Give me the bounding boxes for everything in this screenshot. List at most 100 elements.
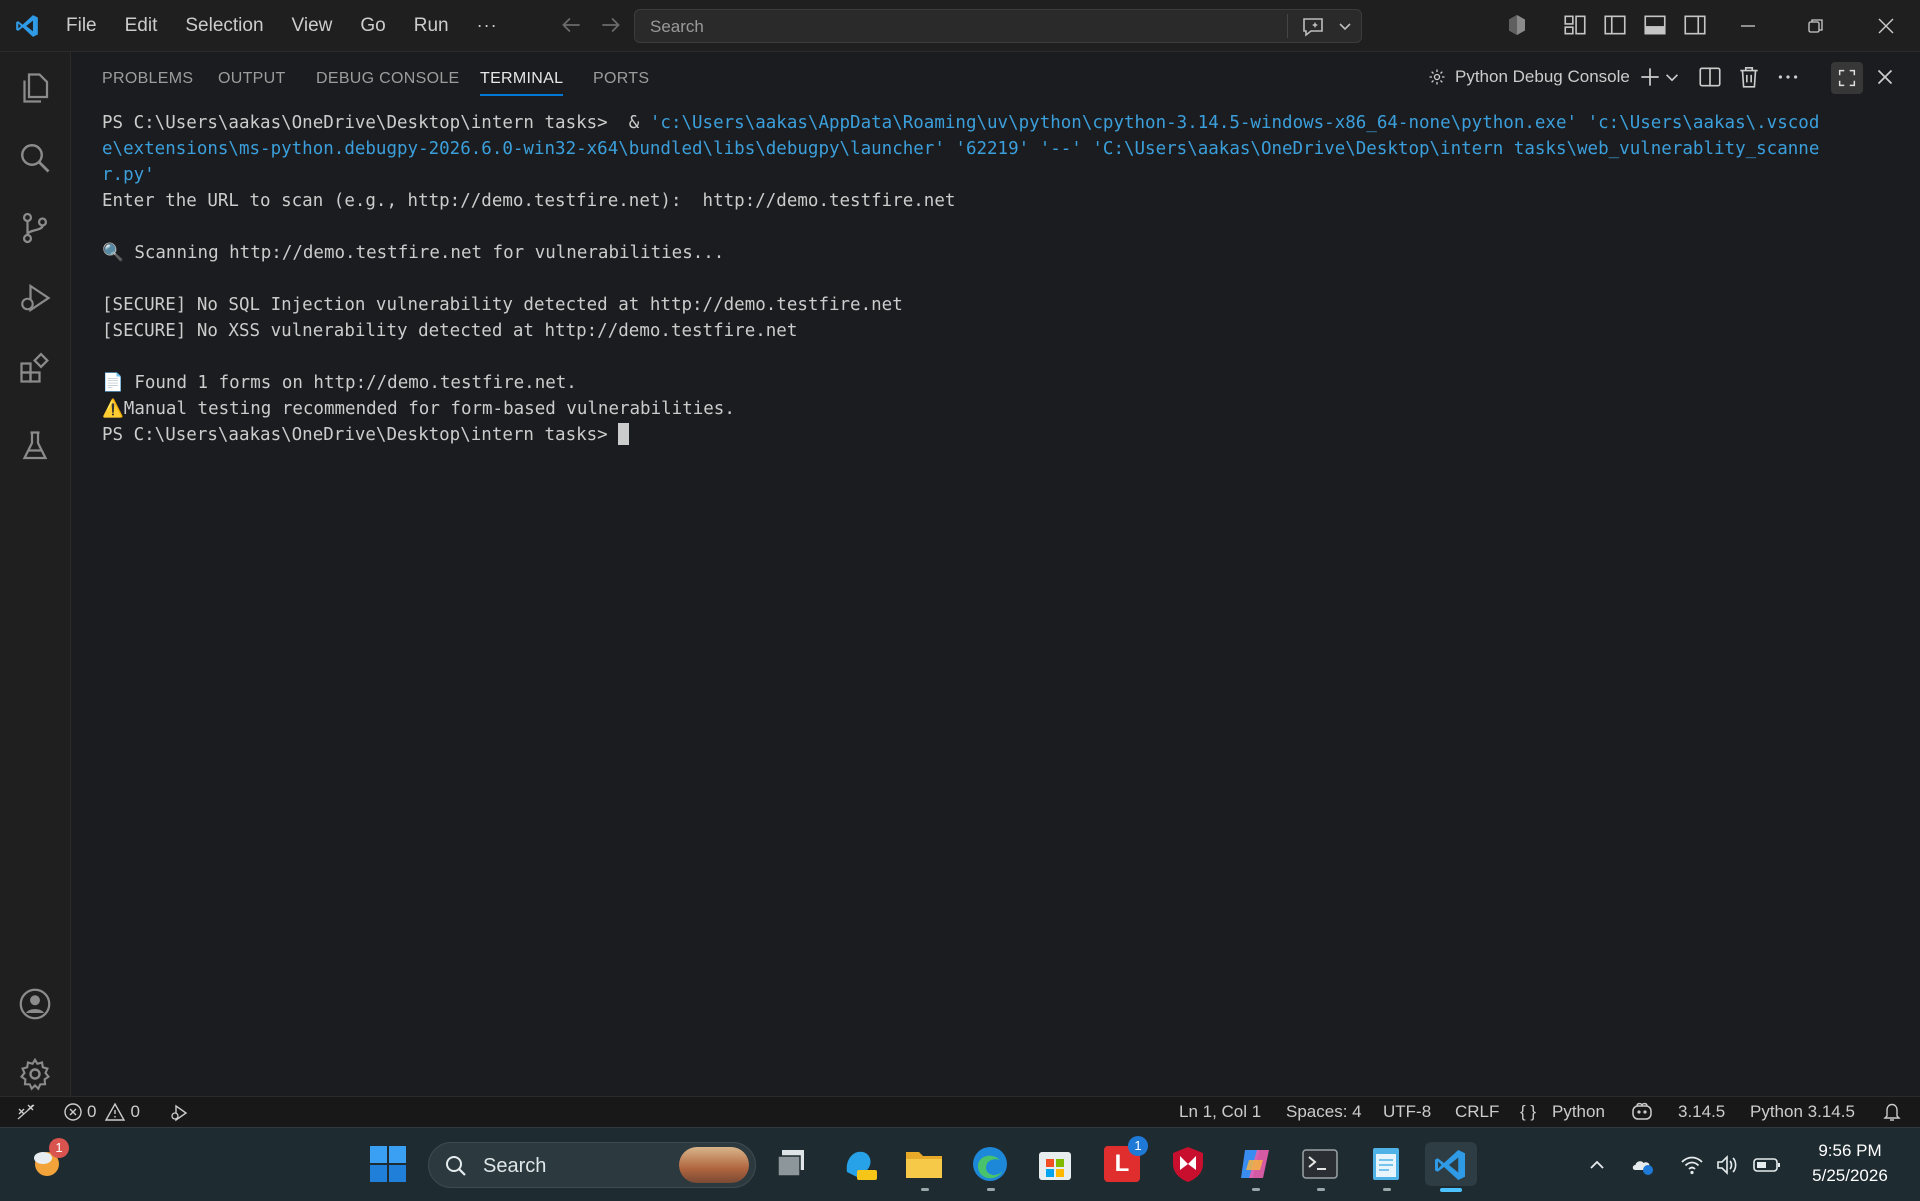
terminal-app[interactable]: [1298, 1142, 1342, 1186]
vscode-logo-icon: [16, 15, 38, 37]
language-braces: { }: [1520, 1102, 1537, 1121]
terminal-selector[interactable]: Python Debug Console: [1427, 67, 1630, 87]
language-mode[interactable]: Python: [1552, 1102, 1605, 1122]
explorer-icon[interactable]: [17, 70, 53, 106]
toggle-secondary-sidebar-icon[interactable]: [1682, 12, 1708, 38]
maximize-icon: [1838, 69, 1856, 87]
taskbar-search[interactable]: Search: [428, 1142, 756, 1188]
new-terminal-plus-icon[interactable]: [1637, 64, 1663, 90]
problems-indicator[interactable]: 0 0: [63, 1102, 140, 1122]
accounts-copilot-icon[interactable]: [1505, 13, 1529, 37]
copilot-pre-app[interactable]: [837, 1142, 881, 1186]
tab-problems[interactable]: PROBLEMS: [102, 70, 193, 88]
restore-icon: [1808, 18, 1823, 33]
settings-gear-icon[interactable]: [17, 1056, 53, 1092]
weather-widget[interactable]: 1: [25, 1138, 69, 1186]
close-panel-icon[interactable]: [1872, 64, 1898, 90]
warning-icon: [105, 1102, 126, 1121]
terminal-app-icon: [1302, 1149, 1338, 1179]
command-center-search[interactable]: Search: [634, 9, 1362, 43]
copilot-app[interactable]: [1233, 1142, 1277, 1186]
mcafee-shield-icon: [1173, 1147, 1203, 1182]
minimize-button[interactable]: [1714, 0, 1782, 51]
minimize-icon: [1741, 24, 1755, 27]
terminal-output[interactable]: PS C:\Users\aakas\OneDrive\Desktop\inter…: [102, 110, 1902, 870]
menu-more-button[interactable]: ···: [463, 15, 512, 36]
search-highlight-image: [679, 1147, 749, 1183]
customize-layout-icon[interactable]: [1562, 12, 1588, 38]
battery-icon[interactable]: [1752, 1152, 1782, 1178]
edge-browser-app[interactable]: [968, 1142, 1012, 1186]
tab-ports[interactable]: PORTS: [593, 70, 649, 88]
copilot-chat-icon[interactable]: [1301, 16, 1325, 38]
menu-run[interactable]: Run: [400, 15, 463, 37]
kill-terminal-trash-icon[interactable]: [1736, 64, 1762, 90]
notepad-app[interactable]: [1364, 1142, 1408, 1186]
onedrive-sync-icon[interactable]: [1630, 1152, 1656, 1178]
menu-selection[interactable]: Selection: [171, 15, 277, 37]
copilot-icon: [1241, 1150, 1269, 1178]
terminal-line: PS C:\Users\aakas\OneDrive\Desktop\inter…: [102, 113, 1820, 133]
microsoft-store-app[interactable]: [1033, 1142, 1077, 1186]
toggle-panel-icon[interactable]: [1642, 12, 1668, 38]
weather-badge: 1: [49, 1138, 69, 1158]
restore-button[interactable]: [1782, 0, 1850, 51]
python-version[interactable]: 3.14.5: [1678, 1102, 1725, 1122]
forward-arrow-icon[interactable]: [598, 12, 624, 38]
menu-file[interactable]: File: [52, 15, 111, 37]
search-icon[interactable]: [17, 140, 53, 176]
menu-edit[interactable]: Edit: [111, 15, 172, 37]
tab-terminal[interactable]: TERMINAL: [480, 70, 564, 96]
chevron-down-icon[interactable]: [1337, 18, 1353, 34]
file-explorer-app[interactable]: [902, 1142, 946, 1186]
maximize-panel-button[interactable]: [1831, 62, 1863, 94]
search-placeholder: Search: [650, 17, 704, 36]
show-hidden-icons-chevron-icon[interactable]: [1586, 1154, 1608, 1176]
tab-output[interactable]: OUTPUT: [218, 70, 286, 88]
indentation-setting[interactable]: Spaces: 4: [1286, 1102, 1362, 1122]
l-app[interactable]: L 1: [1100, 1136, 1148, 1186]
clock-date: 5/25/2026: [1812, 1166, 1888, 1185]
python-interpreter[interactable]: Python 3.14.5: [1750, 1102, 1855, 1122]
close-window-button[interactable]: [1852, 0, 1920, 51]
remote-indicator-icon[interactable]: [16, 1102, 36, 1122]
toggle-primary-sidebar-icon[interactable]: [1602, 12, 1628, 38]
clock-time: 9:56 PM: [1818, 1141, 1882, 1160]
tab-debug-console[interactable]: DEBUG CONSOLE: [316, 70, 460, 88]
l-app-badge: 1: [1128, 1136, 1148, 1156]
task-view-button[interactable]: [770, 1142, 814, 1186]
extensions-icon[interactable]: [17, 350, 53, 386]
back-arrow-icon[interactable]: [558, 12, 584, 38]
terminal-line: [SECURE] No XSS vulnerability detected a…: [102, 321, 798, 341]
close-icon: [1878, 18, 1894, 33]
debug-status-icon[interactable]: [168, 1102, 190, 1124]
mcafee-app[interactable]: [1166, 1142, 1210, 1186]
notepad-icon: [1373, 1148, 1399, 1180]
vscode-app[interactable]: [1425, 1142, 1477, 1186]
testing-flask-icon[interactable]: [17, 428, 53, 464]
terminal-cursor: [618, 423, 630, 445]
run-and-debug-icon[interactable]: [17, 280, 53, 316]
split-terminal-icon[interactable]: [1697, 64, 1723, 90]
terminal-dropdown-chevron-icon[interactable]: [1663, 64, 1681, 90]
accounts-icon[interactable]: [17, 986, 53, 1022]
encoding-setting[interactable]: UTF-8: [1383, 1102, 1431, 1122]
menu-view[interactable]: View: [278, 15, 347, 37]
status-bar: 0 0 Ln 1, Col 1 Spaces: 4 UTF-8 CRLF { }…: [0, 1096, 1920, 1127]
wifi-icon[interactable]: [1679, 1152, 1705, 1178]
eol-setting[interactable]: CRLF: [1455, 1102, 1499, 1122]
windows-taskbar: 1 Search L 1 9:56 PM 5/25/2026: [0, 1127, 1920, 1201]
warning-count: 0: [130, 1102, 140, 1121]
source-control-icon[interactable]: [17, 210, 53, 246]
notifications-bell-icon[interactable]: [1882, 1101, 1902, 1123]
taskbar-search-icon: [446, 1156, 466, 1176]
more-actions-icon[interactable]: [1775, 64, 1801, 90]
cursor-position[interactable]: Ln 1, Col 1: [1179, 1102, 1261, 1122]
volume-icon[interactable]: [1714, 1152, 1740, 1178]
copilot-status-icon[interactable]: [1630, 1101, 1654, 1123]
system-clock[interactable]: 9:56 PM 5/25/2026: [1790, 1138, 1910, 1188]
menu-go[interactable]: Go: [346, 15, 399, 37]
start-button[interactable]: [366, 1142, 410, 1186]
